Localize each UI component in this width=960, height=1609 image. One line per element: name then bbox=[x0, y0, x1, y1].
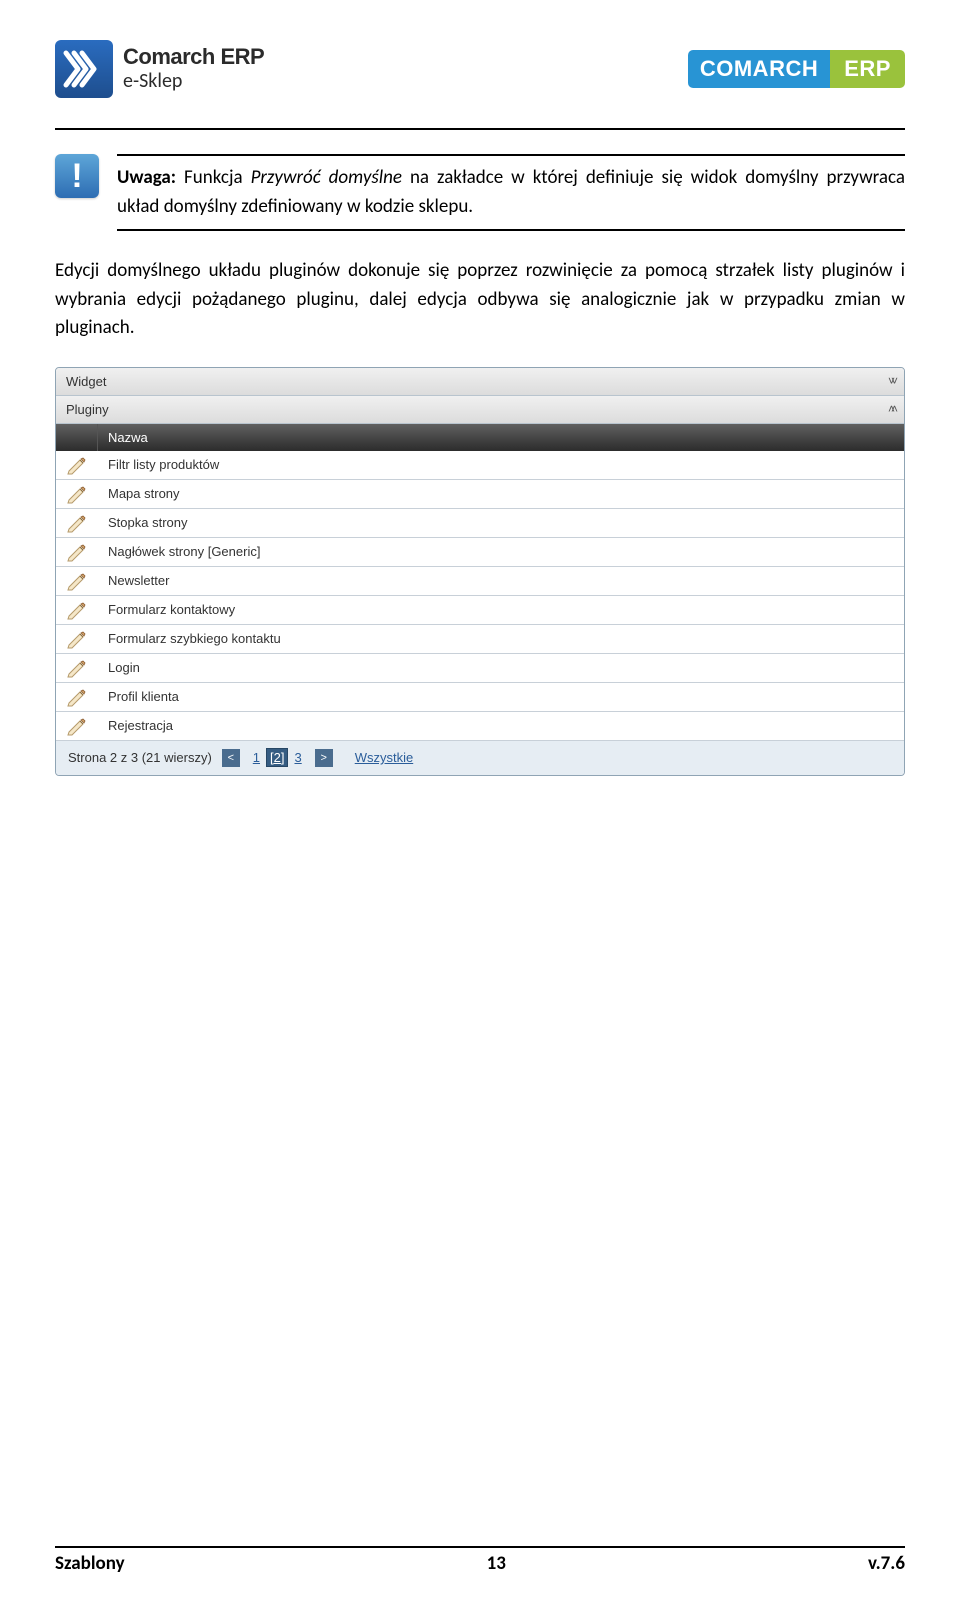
edit-button[interactable] bbox=[56, 625, 98, 653]
note-label: Uwaga: bbox=[117, 166, 176, 189]
pager-page-link[interactable]: 1 bbox=[253, 750, 260, 765]
badge-erp: ERP bbox=[830, 50, 905, 88]
chevron-up-icon: ˄˄ bbox=[888, 402, 894, 416]
brand-title: Comarch ERP bbox=[123, 45, 264, 69]
plugins-section-header[interactable]: Pluginy ˄˄ bbox=[56, 396, 904, 424]
edit-button[interactable] bbox=[56, 538, 98, 566]
pager-page-link[interactable]: 3 bbox=[294, 750, 301, 765]
row-name: Login bbox=[98, 654, 904, 681]
pencil-icon bbox=[66, 455, 88, 475]
body-paragraph: Edycji domyślnego układu pluginów dokonu… bbox=[55, 257, 905, 343]
row-name: Filtr listy produktów bbox=[98, 451, 904, 478]
footer-page-number: 13 bbox=[487, 1552, 506, 1575]
document-header: Comarch ERP e-Sklep COMARCH ERP bbox=[55, 40, 905, 98]
page-footer: Szablony 13 v.7.6 bbox=[55, 1546, 905, 1575]
edit-button[interactable] bbox=[56, 712, 98, 740]
note-callout: ! Uwaga: Funkcja Przywróć domyślne na za… bbox=[55, 154, 905, 231]
edit-button[interactable] bbox=[56, 451, 98, 479]
row-name: Formularz kontaktowy bbox=[98, 596, 904, 623]
edit-button[interactable] bbox=[56, 509, 98, 537]
plugins-section-title: Pluginy bbox=[66, 402, 109, 417]
note-italic: Przywróć domyślne bbox=[251, 166, 402, 189]
note-prefix: Funkcja bbox=[184, 166, 251, 189]
table-row: Filtr listy produktów bbox=[56, 451, 904, 480]
note-text: Uwaga: Funkcja Przywróć domyślne na zakł… bbox=[117, 154, 905, 231]
pencil-icon bbox=[66, 687, 88, 707]
grid-header: Nazwa bbox=[56, 424, 904, 451]
grid-header-edit-col bbox=[56, 424, 98, 451]
chevron-down-icon: ˅˅ bbox=[888, 374, 894, 388]
table-row: Newsletter bbox=[56, 567, 904, 596]
row-name: Mapa strony bbox=[98, 480, 904, 507]
table-row: Formularz szybkiego kontaktu bbox=[56, 625, 904, 654]
brand-subtitle: e-Sklep bbox=[123, 69, 264, 93]
table-row: Nagłówek strony [Generic] bbox=[56, 538, 904, 567]
row-name: Formularz szybkiego kontaktu bbox=[98, 625, 904, 652]
pencil-icon bbox=[66, 542, 88, 562]
widget-section-title: Widget bbox=[66, 374, 106, 389]
table-row: Mapa strony bbox=[56, 480, 904, 509]
pager-page-link[interactable]: [2] bbox=[266, 748, 288, 767]
badge-comarch: COMARCH bbox=[688, 50, 830, 88]
pencil-icon bbox=[66, 716, 88, 736]
row-name: Stopka strony bbox=[98, 509, 904, 536]
row-name: Rejestracja bbox=[98, 712, 904, 739]
pager-prev-button[interactable]: < bbox=[222, 749, 240, 767]
edit-button[interactable] bbox=[56, 480, 98, 508]
brand-logo-left: Comarch ERP e-Sklep bbox=[55, 40, 264, 98]
header-divider bbox=[55, 128, 905, 130]
table-row: Stopka strony bbox=[56, 509, 904, 538]
row-name: Profil klienta bbox=[98, 683, 904, 710]
pager-all-link[interactable]: Wszystkie bbox=[355, 750, 414, 765]
table-row: Rejestracja bbox=[56, 712, 904, 741]
edit-button[interactable] bbox=[56, 683, 98, 711]
chevron-logo-icon bbox=[55, 40, 113, 98]
exclamation-icon: ! bbox=[55, 154, 99, 198]
pencil-icon bbox=[66, 484, 88, 504]
widget-section-header[interactable]: Widget ˅˅ bbox=[56, 368, 904, 396]
row-name: Nagłówek strony [Generic] bbox=[98, 538, 904, 565]
edit-button[interactable] bbox=[56, 596, 98, 624]
edit-button[interactable] bbox=[56, 567, 98, 595]
footer-version: v.7.6 bbox=[868, 1552, 905, 1575]
table-row: Login bbox=[56, 654, 904, 683]
pencil-icon bbox=[66, 629, 88, 649]
pager-bar: Strona 2 z 3 (21 wierszy) < 1 [2] 3 > Wszy… bbox=[56, 741, 904, 775]
pencil-icon bbox=[66, 600, 88, 620]
table-row: Formularz kontaktowy bbox=[56, 596, 904, 625]
pager-summary: Strona 2 z 3 (21 wierszy) bbox=[68, 750, 212, 765]
edit-button[interactable] bbox=[56, 654, 98, 682]
pencil-icon bbox=[66, 571, 88, 591]
plugins-panel: Widget ˅˅ Pluginy ˄˄ Nazwa Filtr listy p… bbox=[55, 367, 905, 776]
pencil-icon bbox=[66, 658, 88, 678]
pencil-icon bbox=[66, 513, 88, 533]
grid-header-name: Nazwa bbox=[98, 424, 904, 451]
erp-badge: COMARCH ERP bbox=[688, 50, 905, 88]
pager-next-button[interactable]: > bbox=[315, 749, 333, 767]
row-name: Newsletter bbox=[98, 567, 904, 594]
footer-left: Szablony bbox=[55, 1552, 125, 1575]
table-row: Profil klienta bbox=[56, 683, 904, 712]
